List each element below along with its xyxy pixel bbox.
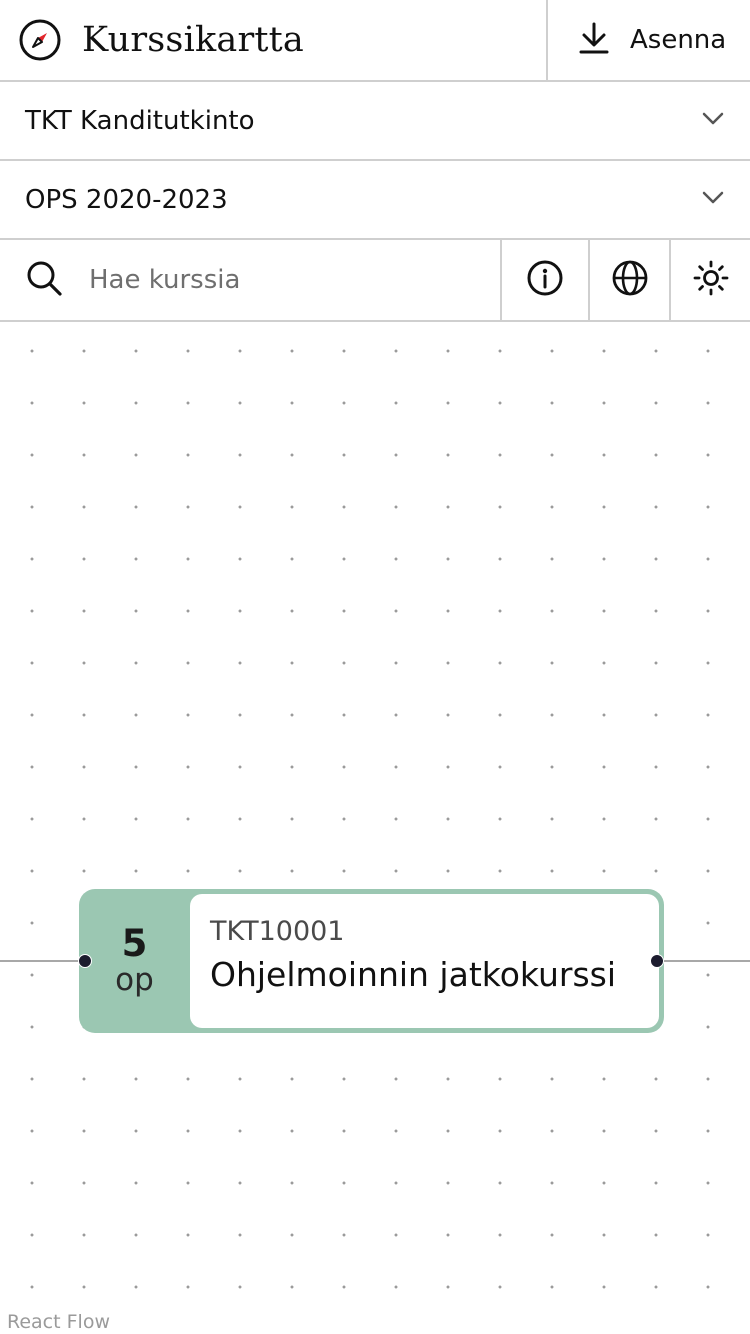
toolbar <box>0 240 750 322</box>
flow-canvas[interactable]: 5 op TKT10001 Ohjelmoinnin jatkokurssi R… <box>0 322 750 1334</box>
sun-icon <box>692 259 730 301</box>
edge-outgoing <box>657 960 750 962</box>
download-icon <box>578 21 610 59</box>
course-credits: 5 op <box>79 894 190 1028</box>
credits-unit: op <box>115 962 154 999</box>
language-button[interactable] <box>588 240 669 320</box>
search-input[interactable] <box>89 265 469 295</box>
course-code: TKT10001 <box>210 916 345 947</box>
compass-icon <box>18 18 62 62</box>
credits-value: 5 <box>121 921 148 965</box>
curriculum-select[interactable]: OPS 2020-2023 <box>0 161 750 240</box>
degree-select-value: TKT Kanditutkinto <box>25 105 255 136</box>
chevron-down-icon <box>702 190 724 209</box>
chevron-down-icon <box>702 111 724 130</box>
install-button[interactable]: Asenna <box>546 0 750 80</box>
node-handle-target[interactable] <box>78 954 92 968</box>
info-button[interactable] <box>500 240 588 320</box>
globe-icon <box>611 259 649 301</box>
info-icon <box>526 259 564 301</box>
search-bar <box>0 240 500 320</box>
course-node[interactable]: 5 op TKT10001 Ohjelmoinnin jatkokurssi <box>79 889 664 1033</box>
react-flow-attribution[interactable]: React Flow <box>7 1311 110 1333</box>
install-label: Asenna <box>630 25 727 55</box>
brand[interactable]: Kurssikartta <box>0 0 546 80</box>
app-header: Kurssikartta Asenna <box>0 0 750 82</box>
course-name: Ohjelmoinnin jatkokurssi <box>210 955 617 994</box>
curriculum-select-value: OPS 2020-2023 <box>25 184 228 215</box>
course-info: TKT10001 Ohjelmoinnin jatkokurssi <box>190 894 659 1028</box>
degree-select[interactable]: TKT Kanditutkinto <box>0 82 750 161</box>
edge-incoming <box>0 960 86 962</box>
search-icon <box>25 259 63 301</box>
app-title: Kurssikartta <box>82 20 304 60</box>
theme-toggle-button[interactable] <box>669 240 750 320</box>
node-handle-source[interactable] <box>650 954 664 968</box>
